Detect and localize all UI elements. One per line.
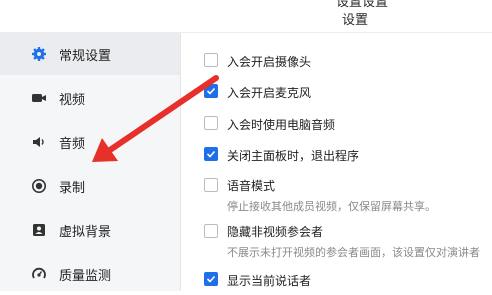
title-bar: 设置设置 设置	[0, 0, 492, 33]
option-label: 入会开启麦克风	[227, 86, 312, 100]
sidebar-item-label: 录制	[59, 180, 86, 196]
sidebar-item-quality-monitor[interactable]: 质量监测	[0, 253, 180, 295]
mic-on-join-checkbox[interactable]	[204, 84, 218, 98]
sidebar-item-label: 质量监测	[59, 268, 112, 284]
sidebar-item-label: 虚拟背景	[59, 224, 112, 240]
option-label: 显示当前说话者	[227, 274, 312, 288]
option-label: 语音模式	[227, 179, 276, 193]
checkmark-icon	[206, 87, 216, 95]
sidebar-item-video[interactable]: 视频	[0, 77, 180, 119]
person-background-icon	[31, 222, 47, 238]
option-label: 入会开启摄像头	[227, 55, 312, 69]
sidebar-item-label: 常规设置	[59, 48, 112, 64]
sidebar-item-label: 视频	[59, 92, 86, 108]
gauge-icon	[31, 266, 47, 282]
quit-on-close-checkbox[interactable]	[204, 147, 218, 161]
checkmark-icon	[206, 275, 216, 283]
option-description: 不展示未打开视频的参会者画面，该设置仅对演讲者	[227, 246, 480, 259]
option-label: 关闭主面板时，退出程序	[227, 149, 360, 163]
option-description: 停止接收其他成员视频，仅保留屏幕共享。	[227, 200, 436, 213]
sidebar-item-virtual-background[interactable]: 虚拟背景	[0, 209, 180, 251]
voice-mode-checkbox[interactable]	[204, 178, 218, 192]
sidebar-item-recording[interactable]: 录制	[0, 165, 180, 207]
hide-non-video-checkbox[interactable]	[204, 224, 218, 238]
gear-icon	[31, 46, 47, 62]
checkmark-icon	[206, 150, 216, 158]
record-icon	[31, 178, 47, 194]
speaker-icon	[31, 134, 47, 150]
settings-sidebar: 常规设置 视频 音频 录制 虚拟背景 质量监测	[0, 33, 181, 291]
camera-on-join-checkbox[interactable]	[204, 53, 218, 67]
option-label: 入会时使用电脑音频	[227, 118, 336, 132]
show-active-speaker-checkbox[interactable]	[204, 272, 218, 286]
window-title: 设置	[342, 13, 369, 28]
video-camera-icon	[31, 90, 47, 106]
option-label: 隐藏非视频参会者	[227, 225, 324, 239]
sidebar-item-general[interactable]: 常规设置	[0, 33, 180, 75]
computer-audio-checkbox[interactable]	[204, 116, 218, 130]
sidebar-item-audio[interactable]: 音频	[0, 121, 180, 163]
sidebar-item-label: 音频	[59, 136, 86, 152]
settings-content: 入会开启摄像头 入会开启麦克风 入会时使用电脑音频 关闭主面板时，退出程序 语音…	[181, 33, 492, 291]
